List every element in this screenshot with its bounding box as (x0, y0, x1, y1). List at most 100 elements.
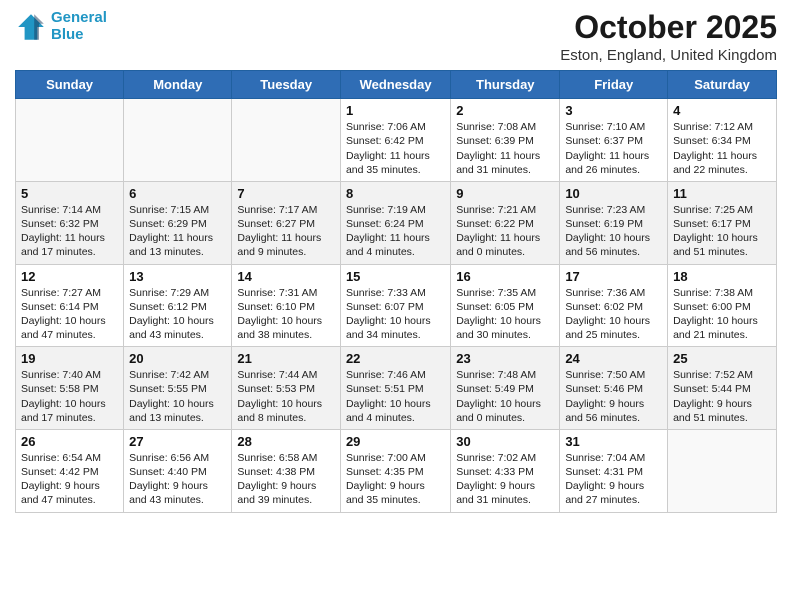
table-row: 13 Sunrise: 7:29 AM Sunset: 6:12 PM Dayli… (124, 264, 232, 347)
month-title: October 2025 (560, 10, 777, 45)
table-row (124, 99, 232, 182)
day-number: 18 (673, 269, 771, 284)
day-detail: Sunrise: 7:02 AM Sunset: 4:33 PM Dayligh… (456, 451, 554, 508)
table-row: 11Sunrise: 7:25 AM Sunset: 6:17 PM Dayli… (668, 181, 777, 264)
title-block: October 2025 Eston, England, United King… (560, 10, 777, 64)
day-detail: Sunrise: 7:29 AM Sunset: 6:12 PM Dayligh… (129, 286, 226, 343)
day-number: 2 (456, 103, 554, 118)
day-number: 19 (21, 351, 118, 366)
table-row: 5 Sunrise: 7:14 AM Sunset: 6:32 PM Daylig… (16, 181, 124, 264)
day-number: 5 (21, 186, 118, 201)
day-detail: Sunrise: 7:48 AM Sunset: 5:49 PM Dayligh… (456, 368, 554, 425)
day-number: 12 (21, 269, 118, 284)
day-number: 20 (129, 351, 226, 366)
day-detail: Sunrise: 7:15 AM Sunset: 6:29 PM Dayligh… (129, 203, 226, 260)
day-detail: Sunrise: 7:17 AM Sunset: 6:27 PM Dayligh… (237, 203, 335, 260)
day-number: 23 (456, 351, 554, 366)
day-detail: Sunrise: 7:19 AM Sunset: 6:24 PM Dayligh… (346, 203, 445, 260)
day-number: 14 (237, 269, 335, 284)
day-number: 13 (129, 269, 226, 284)
day-number: 8 (346, 186, 445, 201)
day-number: 25 (673, 351, 771, 366)
day-number: 22 (346, 351, 445, 366)
day-detail: Sunrise: 7:10 AM Sunset: 6:37 PM Dayligh… (565, 120, 662, 177)
day-detail: Sunrise: 7:04 AM Sunset: 4:31 PM Dayligh… (565, 451, 662, 508)
table-row: 19Sunrise: 7:40 AM Sunset: 5:58 PM Dayli… (16, 347, 124, 430)
table-row: 29 Sunrise: 7:00 AM Sunset: 4:35 PM Dayli… (340, 429, 450, 512)
table-row: 10 Sunrise: 7:23 AM Sunset: 6:19 PM Dayli… (560, 181, 668, 264)
logo-line2: Blue (51, 26, 84, 43)
day-number: 15 (346, 269, 445, 284)
day-detail: Sunrise: 7:33 AM Sunset: 6:07 PM Dayligh… (346, 286, 445, 343)
calendar: Sunday Monday Tuesday Wednesday Thursday… (15, 70, 777, 512)
day-detail: Sunrise: 7:08 AM Sunset: 6:39 PM Dayligh… (456, 120, 554, 177)
table-row: 1Sunrise: 7:06 AM Sunset: 6:42 PM Daylig… (340, 99, 450, 182)
day-detail: Sunrise: 7:35 AM Sunset: 6:05 PM Dayligh… (456, 286, 554, 343)
day-detail: Sunrise: 7:14 AM Sunset: 6:32 PM Dayligh… (21, 203, 118, 260)
table-row: 22 Sunrise: 7:46 AM Sunset: 5:51 PM Dayli… (340, 347, 450, 430)
day-detail: Sunrise: 7:00 AM Sunset: 4:35 PM Dayligh… (346, 451, 445, 508)
table-row: 6 Sunrise: 7:15 AM Sunset: 6:29 PM Daylig… (124, 181, 232, 264)
day-number: 26 (21, 434, 118, 449)
day-number: 3 (565, 103, 662, 118)
day-number: 11 (673, 186, 771, 201)
col-sunday: Sunday (16, 71, 124, 99)
table-row: 14 Sunrise: 7:31 AM Sunset: 6:10 PM Dayli… (232, 264, 341, 347)
calendar-header-row: Sunday Monday Tuesday Wednesday Thursday… (16, 71, 777, 99)
day-detail: Sunrise: 7:23 AM Sunset: 6:19 PM Dayligh… (565, 203, 662, 260)
header: General Blue October 2025 Eston, England… (15, 10, 777, 64)
table-row: 3 Sunrise: 7:10 AM Sunset: 6:37 PM Daylig… (560, 99, 668, 182)
day-number: 9 (456, 186, 554, 201)
table-row: 16Sunrise: 7:35 AM Sunset: 6:05 PM Dayli… (451, 264, 560, 347)
table-row: 4Sunrise: 7:12 AM Sunset: 6:34 PM Daylig… (668, 99, 777, 182)
col-thursday: Thursday (451, 71, 560, 99)
day-number: 21 (237, 351, 335, 366)
day-detail: Sunrise: 7:31 AM Sunset: 6:10 PM Dayligh… (237, 286, 335, 343)
table-row: 7 Sunrise: 7:17 AM Sunset: 6:27 PM Daylig… (232, 181, 341, 264)
day-detail: Sunrise: 7:38 AM Sunset: 6:00 PM Dayligh… (673, 286, 771, 343)
logo: General Blue (15, 10, 107, 43)
day-number: 24 (565, 351, 662, 366)
calendar-week-row: 5 Sunrise: 7:14 AM Sunset: 6:32 PM Daylig… (16, 181, 777, 264)
day-detail: Sunrise: 7:42 AM Sunset: 5:55 PM Dayligh… (129, 368, 226, 425)
table-row: 25 Sunrise: 7:52 AM Sunset: 5:44 PM Dayli… (668, 347, 777, 430)
day-detail: Sunrise: 7:27 AM Sunset: 6:14 PM Dayligh… (21, 286, 118, 343)
table-row: 21 Sunrise: 7:44 AM Sunset: 5:53 PM Dayli… (232, 347, 341, 430)
day-detail: Sunrise: 6:56 AM Sunset: 4:40 PM Dayligh… (129, 451, 226, 508)
logo-line1: General (51, 9, 107, 26)
table-row: 28Sunrise: 6:58 AM Sunset: 4:38 PM Dayli… (232, 429, 341, 512)
table-row: 27 Sunrise: 6:56 AM Sunset: 4:40 PM Dayli… (124, 429, 232, 512)
day-detail: Sunrise: 7:36 AM Sunset: 6:02 PM Dayligh… (565, 286, 662, 343)
table-row: 31 Sunrise: 7:04 AM Sunset: 4:31 PM Dayli… (560, 429, 668, 512)
day-number: 1 (346, 103, 445, 118)
calendar-week-row: 1Sunrise: 7:06 AM Sunset: 6:42 PM Daylig… (16, 99, 777, 182)
day-number: 4 (673, 103, 771, 118)
day-number: 27 (129, 434, 226, 449)
day-detail: Sunrise: 7:50 AM Sunset: 5:46 PM Dayligh… (565, 368, 662, 425)
table-row: 26Sunrise: 6:54 AM Sunset: 4:42 PM Dayli… (16, 429, 124, 512)
day-detail: Sunrise: 7:46 AM Sunset: 5:51 PM Dayligh… (346, 368, 445, 425)
table-row: 12 Sunrise: 7:27 AM Sunset: 6:14 PM Dayli… (16, 264, 124, 347)
col-friday: Friday (560, 71, 668, 99)
col-tuesday: Tuesday (232, 71, 341, 99)
day-detail: Sunrise: 7:52 AM Sunset: 5:44 PM Dayligh… (673, 368, 771, 425)
table-row: 2 Sunrise: 7:08 AM Sunset: 6:39 PM Daylig… (451, 99, 560, 182)
logo-icon (15, 11, 47, 43)
table-row: 23 Sunrise: 7:48 AM Sunset: 5:49 PM Dayli… (451, 347, 560, 430)
day-number: 29 (346, 434, 445, 449)
day-number: 31 (565, 434, 662, 449)
day-number: 6 (129, 186, 226, 201)
table-row: 30 Sunrise: 7:02 AM Sunset: 4:33 PM Dayli… (451, 429, 560, 512)
table-row: 8 Sunrise: 7:19 AM Sunset: 6:24 PM Daylig… (340, 181, 450, 264)
page: General Blue October 2025 Eston, England… (0, 0, 792, 612)
day-detail: Sunrise: 6:58 AM Sunset: 4:38 PM Dayligh… (237, 451, 335, 508)
calendar-week-row: 19Sunrise: 7:40 AM Sunset: 5:58 PM Dayli… (16, 347, 777, 430)
day-detail: Sunrise: 7:44 AM Sunset: 5:53 PM Dayligh… (237, 368, 335, 425)
table-row: 15 Sunrise: 7:33 AM Sunset: 6:07 PM Dayli… (340, 264, 450, 347)
day-number: 7 (237, 186, 335, 201)
table-row (232, 99, 341, 182)
day-number: 30 (456, 434, 554, 449)
col-monday: Monday (124, 71, 232, 99)
day-number: 10 (565, 186, 662, 201)
table-row: 24 Sunrise: 7:50 AM Sunset: 5:46 PM Dayli… (560, 347, 668, 430)
